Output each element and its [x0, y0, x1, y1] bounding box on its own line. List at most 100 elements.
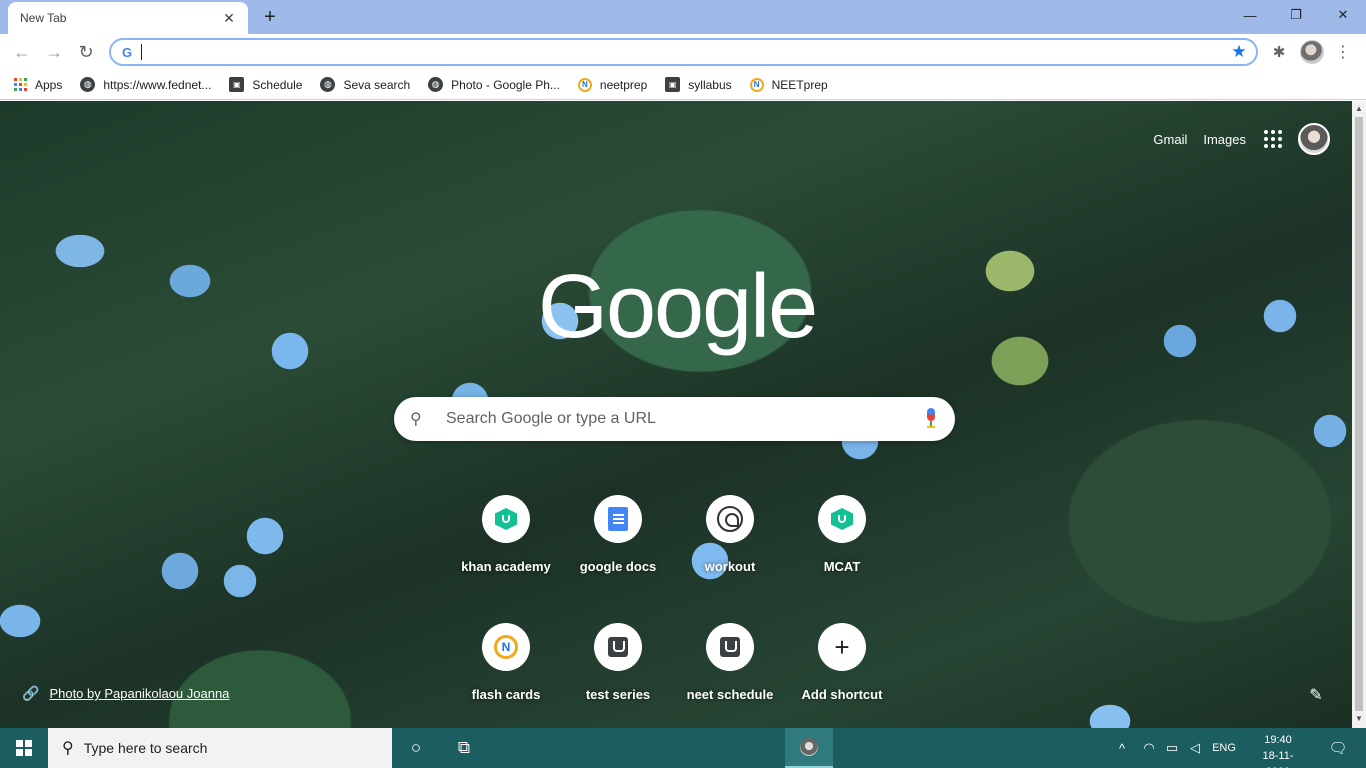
google-g-icon: G [121, 44, 133, 60]
profile-avatar-icon[interactable] [1300, 40, 1324, 64]
neetprep-letter: N [494, 635, 518, 659]
back-button[interactable]: ← [8, 38, 36, 66]
new-tab-button[interactable]: + [258, 5, 282, 29]
chrome-menu-icon[interactable]: ⋮ [1334, 40, 1352, 64]
search-icon: ⚲ [62, 740, 74, 757]
khan-academy-icon [818, 495, 866, 543]
bookmark-schedule[interactable]: ▣ Schedule [229, 72, 310, 98]
shortcut-label: neet schedule [686, 687, 774, 702]
shortcut-khan-academy[interactable]: khan academy [450, 487, 562, 599]
task-view-icon[interactable]: ⧉ [440, 728, 488, 768]
page-scrollbar[interactable]: ▲ ▼ [1352, 101, 1366, 728]
neetprep-icon: N [482, 623, 530, 671]
new-tab-page: Gmail Images Google ⚲ khan academy googl… [0, 101, 1352, 728]
shortcut-label: google docs [579, 559, 657, 574]
shortcut-label: Add shortcut [801, 687, 883, 702]
customize-pencil-icon[interactable]: ✎ [1302, 681, 1330, 709]
gmail-link[interactable]: Gmail [1153, 132, 1187, 147]
bookmark-syllabus[interactable]: ▣ syllabus [665, 72, 739, 98]
bookmark-seva-search[interactable]: ◍ Seva search [320, 72, 418, 98]
bookmark-label: NEETprep [771, 77, 828, 92]
bookmark-neetprep[interactable]: N neetprep [577, 72, 655, 98]
dark-square-icon: ▣ [665, 77, 681, 92]
globe-icon: ◍ [428, 77, 444, 92]
cortana-icon[interactable]: ○ [392, 728, 440, 768]
system-clock[interactable]: 19:40 18-11-2020 [1252, 732, 1304, 768]
shortcut-label: khan academy [461, 559, 551, 574]
dark-square-icon: ▣ [229, 77, 245, 92]
language-indicator[interactable]: ENG [1208, 728, 1240, 768]
bookmark-label: Schedule [252, 77, 303, 92]
add-shortcut-button[interactable]: + Add shortcut [786, 615, 898, 727]
scroll-thumb[interactable] [1355, 117, 1363, 711]
workout-icon [706, 495, 754, 543]
clock-date: 18-11-2020 [1262, 750, 1294, 768]
tab-title: New Tab [20, 11, 67, 25]
scroll-up-arrow-icon[interactable]: ▲ [1355, 105, 1363, 113]
shortcut-test-series[interactable]: test series [562, 615, 674, 727]
start-button[interactable] [0, 728, 48, 768]
scroll-down-arrow-icon[interactable]: ▼ [1355, 715, 1363, 723]
bookmark-label: neetprep [599, 77, 648, 92]
shortcut-flash-cards[interactable]: N flash cards [450, 615, 562, 727]
microphone-icon[interactable] [923, 408, 939, 430]
apps-icon [14, 78, 27, 91]
bookmark-google-photos[interactable]: ◍ Photo - Google Ph... [428, 72, 568, 98]
taskbar-search-input[interactable] [83, 740, 364, 756]
shortcut-workout[interactable]: workout [674, 487, 786, 599]
google-apps-icon[interactable] [1262, 128, 1284, 150]
images-link[interactable]: Images [1203, 132, 1246, 147]
tab-close-icon[interactable]: ✕ [220, 9, 238, 27]
chrome-profile-icon [800, 738, 818, 756]
bookmark-neetprep-2[interactable]: N NEETprep [749, 72, 836, 98]
address-input[interactable] [144, 42, 1226, 62]
address-bar[interactable]: G ★ [109, 38, 1258, 66]
extensions-puzzle-icon[interactable]: ✱ [1268, 41, 1290, 63]
neetprep-icon: N [749, 77, 764, 92]
volume-icon[interactable]: ◁ [1184, 728, 1206, 768]
bookmark-label: Photo - Google Ph... [451, 77, 560, 92]
bookmark-label: Seva search [343, 77, 411, 92]
shortcut-grid: khan academy google docs workout MCAT N … [450, 487, 898, 727]
ntp-header: Gmail Images [1153, 123, 1330, 155]
wifi-icon[interactable]: ◠ [1138, 728, 1160, 768]
attribution-link[interactable]: Photo by Papanikolaou Joanna [49, 686, 229, 701]
shortcut-google-docs[interactable]: google docs [562, 487, 674, 599]
background-attribution[interactable]: 🔗 Photo by Papanikolaou Joanna [22, 685, 229, 702]
plus-icon: + [818, 623, 866, 671]
bookmark-label: https://www.fednet... [103, 77, 212, 92]
taskbar-search[interactable]: ⚲ [48, 728, 392, 768]
dark-square-icon [706, 623, 754, 671]
reload-button[interactable]: ↻ [72, 38, 100, 66]
restore-button[interactable]: ❐ [1273, 0, 1319, 30]
shortcut-label: test series [585, 687, 651, 702]
bookmark-apps[interactable]: Apps [14, 72, 70, 98]
battery-icon[interactable]: ▭ [1160, 728, 1184, 768]
shortcut-mcat[interactable]: MCAT [786, 487, 898, 599]
bookmark-star-icon[interactable]: ★ [1226, 42, 1252, 62]
account-avatar[interactable] [1298, 123, 1330, 155]
tab-new-tab[interactable]: New Tab ✕ [8, 2, 248, 34]
globe-icon: ◍ [320, 77, 336, 92]
google-logo: Google [538, 257, 818, 357]
clock-time: 19:40 [1264, 734, 1292, 746]
shortcut-neet-schedule[interactable]: neet schedule [674, 615, 786, 727]
bookmark-fednet[interactable]: ◍ https://www.fednet... [80, 72, 219, 98]
tray-overflow-chevron-icon[interactable]: ^ [1112, 728, 1132, 768]
close-window-button[interactable]: ✕ [1320, 0, 1366, 30]
notification-center-icon[interactable]: 🗨 [1318, 728, 1358, 768]
windows-taskbar: ⚲ ○ ⧉ ^ ◠ ▭ ◁ ENG 19:40 18-11-2020 🗨 [0, 728, 1366, 768]
google-docs-icon [594, 495, 642, 543]
bookmarks-bar: Apps ◍ https://www.fednet... ▣ Schedule … [0, 70, 1366, 100]
chrome-taskbar-button[interactable] [785, 728, 833, 768]
khan-academy-icon [482, 495, 530, 543]
shortcut-label: MCAT [823, 559, 861, 574]
minimize-button[interactable]: — [1227, 0, 1273, 30]
search-input[interactable] [446, 410, 923, 428]
globe-icon: ◍ [80, 77, 96, 92]
windows-logo-icon [16, 740, 32, 756]
shortcut-label: flash cards [471, 687, 541, 702]
ntp-search-box[interactable]: ⚲ [394, 397, 955, 441]
bookmark-label: syllabus [688, 77, 732, 92]
forward-button[interactable]: → [40, 38, 68, 66]
